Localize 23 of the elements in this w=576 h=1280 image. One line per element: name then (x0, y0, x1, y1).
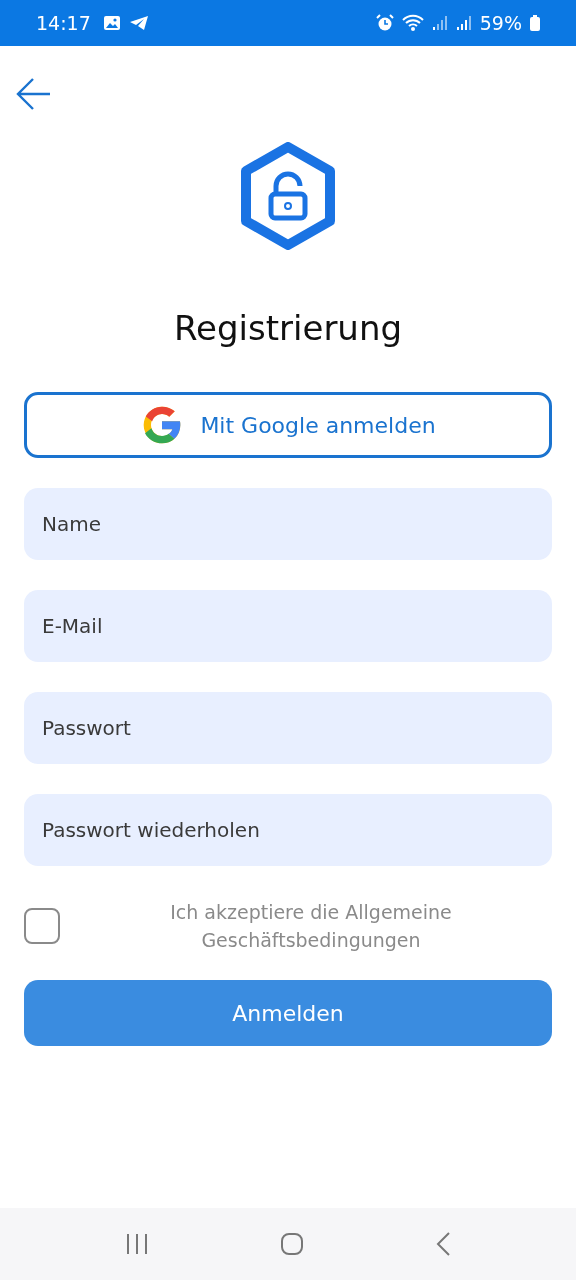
alarm-icon (375, 14, 394, 32)
paper-plane-icon (128, 15, 149, 31)
text-field[interactable]: Name (24, 488, 552, 560)
status-time: 14:17 (36, 12, 91, 34)
text-field[interactable]: E-Mail (24, 590, 552, 662)
terms-label: Ich akzeptiere die Allgemeine Geschäftsbedingungen (169, 900, 453, 953)
register-button[interactable]: Anmelden (24, 980, 552, 1046)
text-field[interactable]: Passwort (24, 692, 552, 764)
image-icon (102, 15, 121, 31)
google-sign-in-button[interactable]: Mit Google anmelden (24, 392, 552, 458)
back-arrow-icon (16, 77, 52, 111)
battery-icon (530, 15, 540, 31)
battery-percentage: 59% (479, 12, 522, 34)
home-button[interactable] (280, 1232, 304, 1256)
page-title: Registrierung (172, 308, 404, 348)
terms-checkbox[interactable] (24, 908, 60, 944)
text-field[interactable]: Passwort wiederholen (24, 794, 552, 866)
signal-icon (431, 15, 448, 31)
padlock-logo-icon (239, 142, 337, 250)
back-button[interactable] (434, 1231, 451, 1257)
recent-apps-button[interactable] (125, 1232, 150, 1256)
wifi-icon (401, 14, 424, 32)
signal-icon (455, 15, 472, 31)
